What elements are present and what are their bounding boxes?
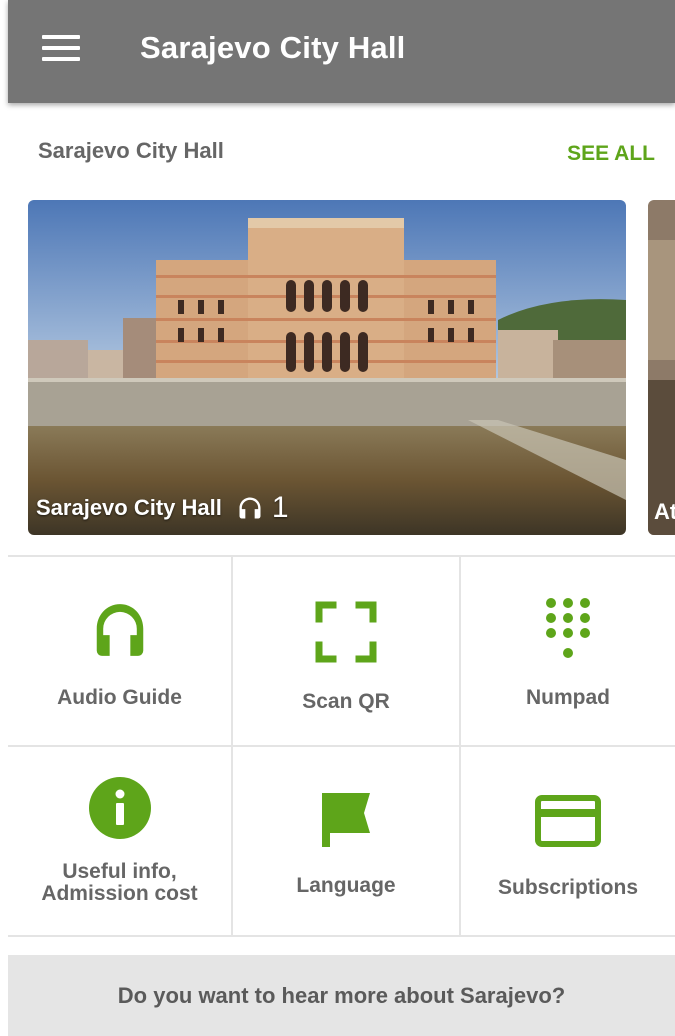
flag-icon: [322, 793, 370, 847]
useful-info-label-line2: Admission cost: [41, 882, 198, 905]
language-button[interactable]: Language: [233, 747, 459, 937]
next-card-title: At: [654, 499, 675, 524]
banner-text: Do you want to hear more about Sarajevo?: [117, 982, 566, 1008]
section-title: Sarajevo City Hall: [38, 138, 224, 163]
app-bar: Sarajevo City Hall: [8, 0, 675, 103]
page-title: Sarajevo City Hall: [140, 30, 406, 65]
card-caption: Sarajevo City Hall 1: [36, 491, 289, 525]
headphones-icon: [96, 604, 143, 656]
card-title: Sarajevo City Hall: [36, 495, 222, 520]
action-grid: Audio Guide Scan QR Numpad Useful info, …: [8, 555, 675, 937]
useful-info-button[interactable]: Useful info, Admission cost: [8, 747, 231, 937]
credit-card-icon: [535, 795, 601, 847]
subscriptions-label: Subscriptions: [497, 876, 639, 899]
language-label: Language: [296, 874, 396, 897]
scan-frame-icon: [315, 601, 377, 663]
more-about-city-banner[interactable]: Do you want to hear more about Sarajevo?: [8, 955, 675, 1036]
headphones-icon: [239, 497, 261, 519]
next-card-image: [648, 200, 675, 535]
numpad-icon: [546, 598, 590, 658]
numpad-button[interactable]: Numpad: [461, 557, 675, 745]
scan-qr-label: Scan QR: [302, 690, 390, 713]
featured-card[interactable]: Sarajevo City Hall 1: [28, 200, 626, 535]
useful-info-label: Useful info, Admission cost: [41, 861, 197, 905]
next-card[interactable]: At: [648, 200, 675, 535]
city-hall-image: [28, 200, 626, 535]
numpad-label: Numpad: [526, 686, 610, 709]
info-icon: [88, 777, 151, 839]
subscriptions-button[interactable]: Subscriptions: [461, 747, 675, 937]
useful-info-label-line1: Useful info,: [62, 860, 177, 883]
see-all-button[interactable]: SEE ALL: [567, 142, 655, 166]
audio-guide-button[interactable]: Audio Guide: [8, 557, 231, 745]
hamburger-menu-icon[interactable]: [42, 35, 82, 65]
audio-guide-label: Audio Guide: [57, 686, 182, 709]
audio-count: 1: [271, 491, 289, 524]
scan-qr-button[interactable]: Scan QR: [233, 557, 459, 745]
